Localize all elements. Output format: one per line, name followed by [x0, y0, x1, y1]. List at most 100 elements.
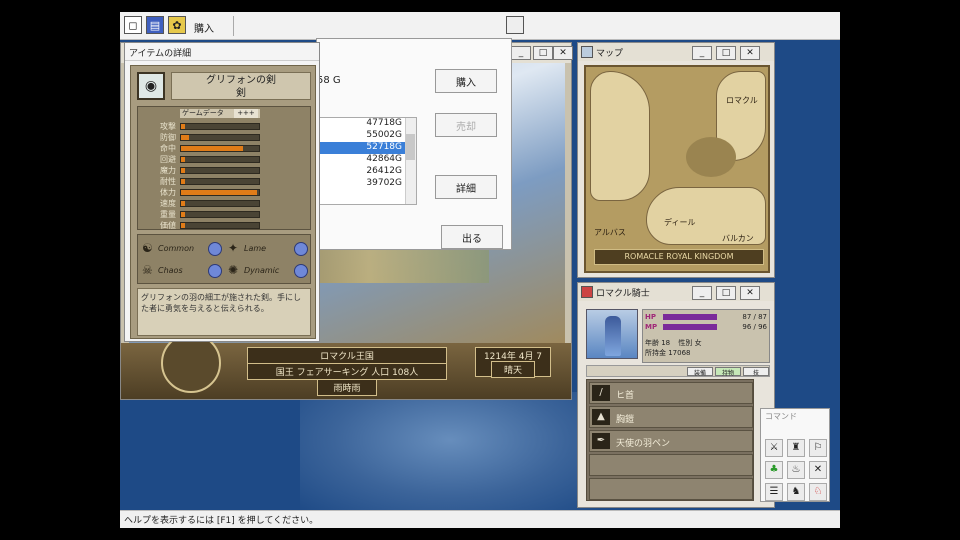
element-orb-icon[interactable]	[208, 242, 222, 256]
ruler-plaque: 国王 フェアサーキング 人口 108人	[247, 363, 447, 380]
toolbar-right-button[interactable]	[506, 16, 524, 34]
sell-button[interactable]: 売却	[435, 113, 497, 137]
stat-label: 価値	[160, 221, 176, 230]
map-title: マップ	[596, 49, 624, 59]
character-window-titlebar: ロマクル騎士 _ □ ✕	[578, 283, 774, 301]
close-button[interactable]: ✕	[553, 46, 573, 60]
item-icon: ◉	[137, 72, 165, 100]
exit-button[interactable]: 出る	[441, 225, 503, 249]
list-item-selected[interactable]: 52718G	[318, 142, 416, 154]
stat-bar	[180, 134, 260, 141]
character-portrait	[586, 309, 638, 359]
character-figure	[605, 316, 621, 356]
element-common: ☯ Common	[142, 241, 222, 259]
list-item[interactable]: ▲ 胸鎧	[589, 406, 753, 428]
fire-icon[interactable]: ♨	[787, 461, 805, 479]
command-panel: コマンド ⚔ ♜ ⚐ ♣ ♨ ✕ ☰ ♞ ♘	[760, 408, 830, 502]
list-item[interactable]: 26412G	[318, 166, 416, 178]
stat-label: 体力	[160, 188, 176, 197]
cancel-icon[interactable]: ✕	[809, 461, 827, 479]
castle-icon[interactable]: ♜	[787, 439, 805, 457]
list-item-empty[interactable]	[589, 478, 753, 500]
bag-icon[interactable]: ✿	[168, 16, 186, 34]
maximize-button[interactable]: □	[716, 286, 736, 300]
toolbar-separator	[233, 16, 234, 36]
chaos-icon: ☠	[142, 263, 153, 277]
close-button[interactable]: ✕	[740, 46, 760, 60]
price-list[interactable]: 47718G 55002G 52718G 42864G 26412G 39702…	[317, 117, 417, 205]
location-plaque: ロマクル王国	[247, 347, 447, 364]
flag-icon[interactable]: ⚐	[809, 439, 827, 457]
list-item[interactable]: 55002G	[318, 130, 416, 142]
stat-fill	[181, 190, 258, 195]
item-detail-body: ◉ グリフォンの剣 剣 ゲームデータ +++ 攻撃 防御 命中 回避 魔力 耐性 体力 速度重…	[130, 65, 316, 339]
character-info: 年齢 18 性別 女 所持金 17068	[645, 338, 769, 358]
tab-equipment[interactable]: 装備	[687, 367, 713, 377]
stat-label: 速度	[160, 199, 176, 208]
background-city	[300, 392, 600, 512]
item-stats: ゲームデータ +++ 攻撃 防御 命中 回避 魔力 耐性 体力 速度 重量 価値	[137, 106, 311, 230]
stat-bar	[180, 189, 260, 196]
scrollbar-thumb[interactable]	[406, 134, 415, 160]
list-item[interactable]: 39702G	[318, 178, 416, 190]
status-bar: ヘルプを表示するには [F1] を押してください。	[120, 510, 840, 528]
purchase-dialog: 58 G 購入 売却 詳細 出る 47718G 55002G 52718G 42…	[316, 38, 512, 250]
list-item[interactable]: / ヒ首	[589, 382, 753, 404]
book-icon[interactable]: ▤	[146, 16, 164, 34]
stat-fill	[181, 223, 185, 228]
element-orb-icon[interactable]	[208, 264, 222, 278]
attack-icon[interactable]: ⚔	[765, 439, 783, 457]
element-orb-icon[interactable]	[294, 242, 308, 256]
compass-icon	[161, 333, 221, 393]
tab-skills[interactable]: 技	[743, 367, 769, 377]
stat-bar	[180, 145, 260, 152]
detail-button[interactable]: 詳細	[435, 175, 497, 199]
menu-icon[interactable]: ☰	[765, 483, 783, 501]
toolbar-buy-label[interactable]: 購入	[194, 20, 214, 35]
horse-icon[interactable]: ♘	[809, 483, 827, 501]
map-icon	[581, 46, 593, 58]
character-age: 年齢 18	[645, 339, 671, 347]
ruler-sub-plaque: 雨時雨	[317, 379, 377, 396]
stat-fill	[181, 168, 185, 173]
stat-label: 耐性	[160, 177, 176, 186]
map-label[interactable]: アルバス	[594, 227, 626, 238]
stat-fill	[181, 157, 185, 162]
armor-icon: ▲	[592, 409, 610, 425]
price-list-scrollbar[interactable]	[405, 118, 416, 204]
map-label[interactable]: ディール	[664, 217, 695, 228]
element-orb-icon[interactable]	[294, 264, 308, 278]
character-icon	[581, 286, 593, 298]
minimize-button[interactable]: _	[692, 286, 712, 300]
stat-row: 命中	[142, 143, 308, 154]
character-stats: HP 87 / 87 MP 96 / 96 年齢 18 性別 女 所持金 170…	[642, 309, 770, 363]
herb-icon[interactable]: ♣	[765, 461, 783, 479]
common-icon: ☯	[142, 241, 153, 255]
stat-fill	[181, 146, 244, 151]
list-item[interactable]: 42864G	[318, 154, 416, 166]
list-item[interactable]: 47718G	[318, 118, 416, 130]
element-chaos: ☠ Chaos	[142, 263, 222, 281]
stat-bar	[180, 222, 260, 229]
minimize-button[interactable]: _	[692, 46, 712, 60]
close-button[interactable]: ✕	[740, 286, 760, 300]
list-item[interactable]: ✒ 天使の羽ペン	[589, 430, 753, 452]
character-title: ロマクル騎士	[596, 289, 650, 299]
stat-bar	[180, 200, 260, 207]
maximize-button[interactable]: □	[716, 46, 736, 60]
stat-label: 防御	[160, 133, 176, 142]
lame-icon: ✦	[228, 241, 239, 255]
list-item-empty[interactable]	[589, 454, 753, 476]
knight-icon[interactable]: ♞	[787, 483, 805, 501]
map-label[interactable]: ロマクル	[726, 95, 758, 106]
tab-items[interactable]: 持物	[715, 367, 741, 377]
maximize-button[interactable]: □	[533, 46, 553, 60]
dynamic-icon: ✺	[228, 263, 239, 277]
character-window: ロマクル騎士 _ □ ✕ HP 87 / 87 MP 96 / 96 年齢 18…	[577, 282, 775, 508]
window-icon[interactable]: ◻	[124, 16, 142, 34]
buy-button[interactable]: 購入	[435, 69, 497, 93]
screen: ◻ ▤ ✿ 購入 _ □ ✕ ロマクル王国 1214年 4月 7日 晴天 国王 …	[120, 12, 840, 528]
minimize-button[interactable]: _	[511, 46, 531, 60]
world-map[interactable]: ロマクル アルバス ディール バルカン ROMACLE ROYAL KINGDO…	[584, 65, 770, 273]
map-label[interactable]: バルカン	[722, 233, 754, 244]
